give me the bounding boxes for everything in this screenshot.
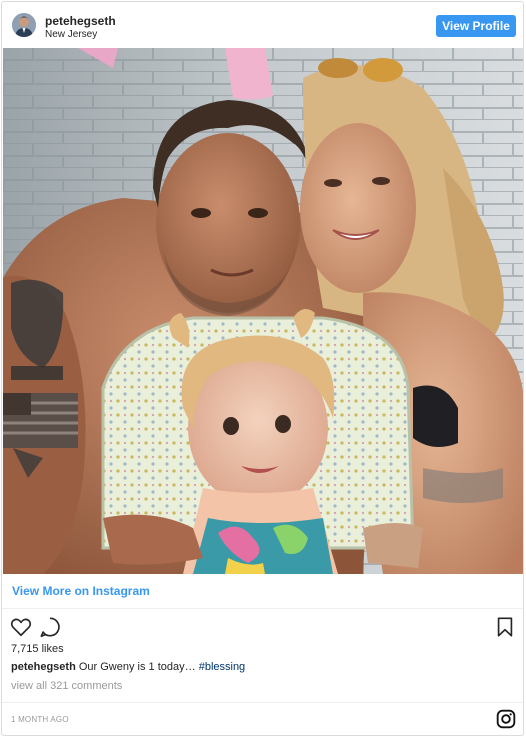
like-count[interactable]: 7,715 likes: [11, 643, 64, 655]
post-actions: [2, 609, 523, 643]
post-location[interactable]: New Jersey: [45, 29, 97, 40]
post-author-username[interactable]: petehegseth: [45, 14, 116, 28]
post-header: petehegseth New Jersey View Profile: [2, 2, 523, 48]
avatar[interactable]: [12, 13, 36, 37]
caption-text: Our Gweny is 1 today…: [78, 661, 196, 673]
view-profile-button[interactable]: View Profile: [436, 15, 516, 37]
post-timestamp[interactable]: 1 MONTH AGO: [11, 715, 69, 724]
heart-outline-icon[interactable]: [10, 616, 32, 638]
view-all-comments-link[interactable]: view all 321 comments: [11, 680, 122, 692]
bookmark-icon[interactable]: [494, 616, 516, 638]
instagram-glyph-icon[interactable]: [496, 709, 516, 729]
view-more-bar: View More on Instagram: [2, 574, 523, 609]
view-more-on-instagram-link[interactable]: View More on Instagram: [12, 584, 150, 598]
post-photo[interactable]: [3, 48, 523, 574]
caption-hashtag[interactable]: #blessing: [199, 661, 245, 673]
post-caption: petehegseth Our Gweny is 1 today… #bless…: [11, 661, 245, 673]
comment-bubble-icon[interactable]: [39, 616, 61, 638]
caption-username[interactable]: petehegseth: [11, 661, 76, 673]
instagram-embed: petehegseth New Jersey View Profile View…: [1, 1, 524, 736]
post-footer: 1 MONTH AGO: [2, 702, 523, 735]
